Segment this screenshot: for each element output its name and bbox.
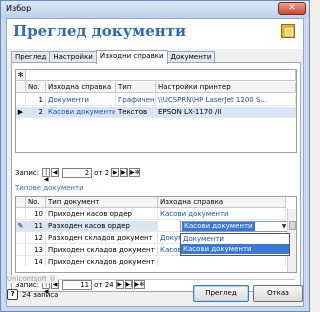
tab-output-reports[interactable]: Изходни справки: [95, 50, 168, 64]
dropdown-option-selected[interactable]: Касови документи: [181, 244, 289, 254]
row-selector-header: [16, 82, 26, 93]
row-selector[interactable]: [16, 245, 26, 256]
col-header-printer[interactable]: Настройки принтер: [156, 82, 296, 93]
col-header-type[interactable]: Тип: [116, 82, 156, 93]
next-record-button[interactable]: ▶: [115, 280, 124, 289]
next-record-button[interactable]: ▶: [111, 168, 120, 177]
tab-panel-output-reports: ✻ No. Изходна справка Тип Настройки прин…: [11, 62, 301, 295]
table-row[interactable]: 10 Приходен касов ордер Касови документи: [16, 209, 286, 220]
cell-no: 14: [26, 257, 46, 266]
last-record-button[interactable]: ▶|: [120, 168, 129, 177]
close-button[interactable]: ✕: [278, 2, 306, 15]
grid-header-row: No. Изходна справка Тип Настройки принте…: [16, 82, 296, 93]
reports-record-navigator: Запис: |◀ ◀ 2 от 2 ▶ ▶| ▶✻: [15, 167, 141, 183]
header-banner: Преглед документи: [7, 19, 303, 49]
cell-report[interactable]: Касови документи: [46, 107, 116, 118]
new-record-button[interactable]: ▶✻: [129, 168, 141, 177]
dialog-window: Избор ✕ Преглед документи Преглед Настро…: [0, 0, 310, 312]
edit-row-icon[interactable]: ✎: [16, 221, 26, 232]
scrollbar-thumb[interactable]: [289, 221, 296, 230]
record-count-status: 24 записа: [22, 291, 59, 299]
filter-cell[interactable]: [26, 70, 296, 81]
window-title: Избор: [6, 4, 32, 13]
col-header-report[interactable]: Изходна справка: [158, 197, 286, 208]
cell-no: 12: [26, 233, 46, 244]
cell-no: 11: [26, 221, 46, 232]
cell-report[interactable]: Документи: [46, 95, 116, 106]
cell-no: 13: [26, 245, 46, 256]
cell-printer[interactable]: \\UCSPRN\HP LaserJet 1200 S...: [156, 95, 296, 106]
cell-doc-type[interactable]: Разходен складов документ: [46, 233, 158, 244]
last-record-button[interactable]: ▶|: [124, 280, 133, 289]
cell-no: 1: [26, 95, 46, 106]
col-header-report[interactable]: Изходна справка: [46, 82, 116, 93]
record-label: Запис:: [15, 168, 40, 177]
cell-report[interactable]: Касови документи: [158, 209, 286, 220]
record-number-input[interactable]: 2: [62, 167, 93, 178]
help-icon[interactable]: ?: [7, 289, 18, 300]
first-record-button[interactable]: |◀: [42, 168, 51, 183]
view-button[interactable]: Преглед: [193, 285, 249, 302]
new-record-button[interactable]: ▶✻: [133, 280, 145, 289]
cell-no: 10: [26, 209, 46, 220]
report-combo[interactable]: Касови документи ▼: [180, 221, 290, 232]
cell-type[interactable]: Текстов: [116, 107, 156, 118]
record-number-input[interactable]: 11: [62, 279, 93, 290]
record-total: от 2: [94, 168, 110, 177]
dropdown-option[interactable]: Документи: [181, 234, 289, 244]
row-selector-header: [16, 197, 26, 208]
row-selector[interactable]: [16, 209, 26, 220]
reports-grid: ✻ No. Изходна справка Тип Настройки прин…: [15, 69, 297, 153]
cell-doc-type[interactable]: Разходен касов ордер: [46, 221, 158, 232]
page-title: Преглед документи: [13, 22, 187, 40]
cell-doc-type[interactable]: Приходен складов документ: [46, 257, 158, 266]
current-row-indicator[interactable]: ▶: [16, 107, 26, 118]
cell-report[interactable]: [158, 257, 286, 266]
row-selector[interactable]: [16, 257, 26, 266]
section-title-document-types: Типове документи: [15, 184, 84, 192]
col-header-doc-type[interactable]: Тип документ: [46, 197, 158, 208]
report-dropdown-list: Документи Касови документи: [180, 233, 290, 256]
cell-no: 2: [26, 107, 46, 118]
col-header-no[interactable]: No.: [26, 197, 46, 208]
row-selector[interactable]: [16, 95, 26, 106]
client-area: Преглед документи Преглед Настройки Изхо…: [6, 18, 304, 307]
cell-type[interactable]: Графичен: [116, 95, 156, 106]
cell-doc-type[interactable]: Приходен складов документ: [46, 245, 158, 256]
record-total: от 24: [94, 280, 114, 289]
app-logo-icon: [281, 24, 295, 38]
table-row[interactable]: 1 Документи Графичен \\UCSPRN\HP LaserJe…: [16, 95, 296, 106]
filter-icon[interactable]: ✻: [16, 70, 26, 81]
grid-filter-row: ✻: [16, 70, 296, 81]
brand-label: Unicontsoft ®: [7, 275, 59, 283]
cell-printer[interactable]: EPSON LX-1170 /II: [156, 107, 296, 118]
col-header-no[interactable]: No.: [26, 82, 46, 93]
cancel-button[interactable]: Отказ: [253, 285, 303, 302]
report-combo-value[interactable]: Касови документи: [182, 222, 255, 231]
doctypes-grid: No. Тип документ Изходна справка 10 Прих…: [15, 196, 297, 273]
grid-header-row: No. Тип документ Изходна справка: [16, 197, 286, 208]
row-selector[interactable]: [16, 233, 26, 244]
table-row[interactable]: 14 Приходен складов документ: [16, 257, 286, 266]
title-bar: Избор ✕: [1, 1, 309, 18]
prev-record-button[interactable]: ◀: [51, 168, 60, 177]
cell-doc-type[interactable]: Приходен касов ордер: [46, 209, 158, 220]
table-row[interactable]: ▶ 2 Касови документи Текстов EPSON LX-11…: [16, 107, 296, 118]
